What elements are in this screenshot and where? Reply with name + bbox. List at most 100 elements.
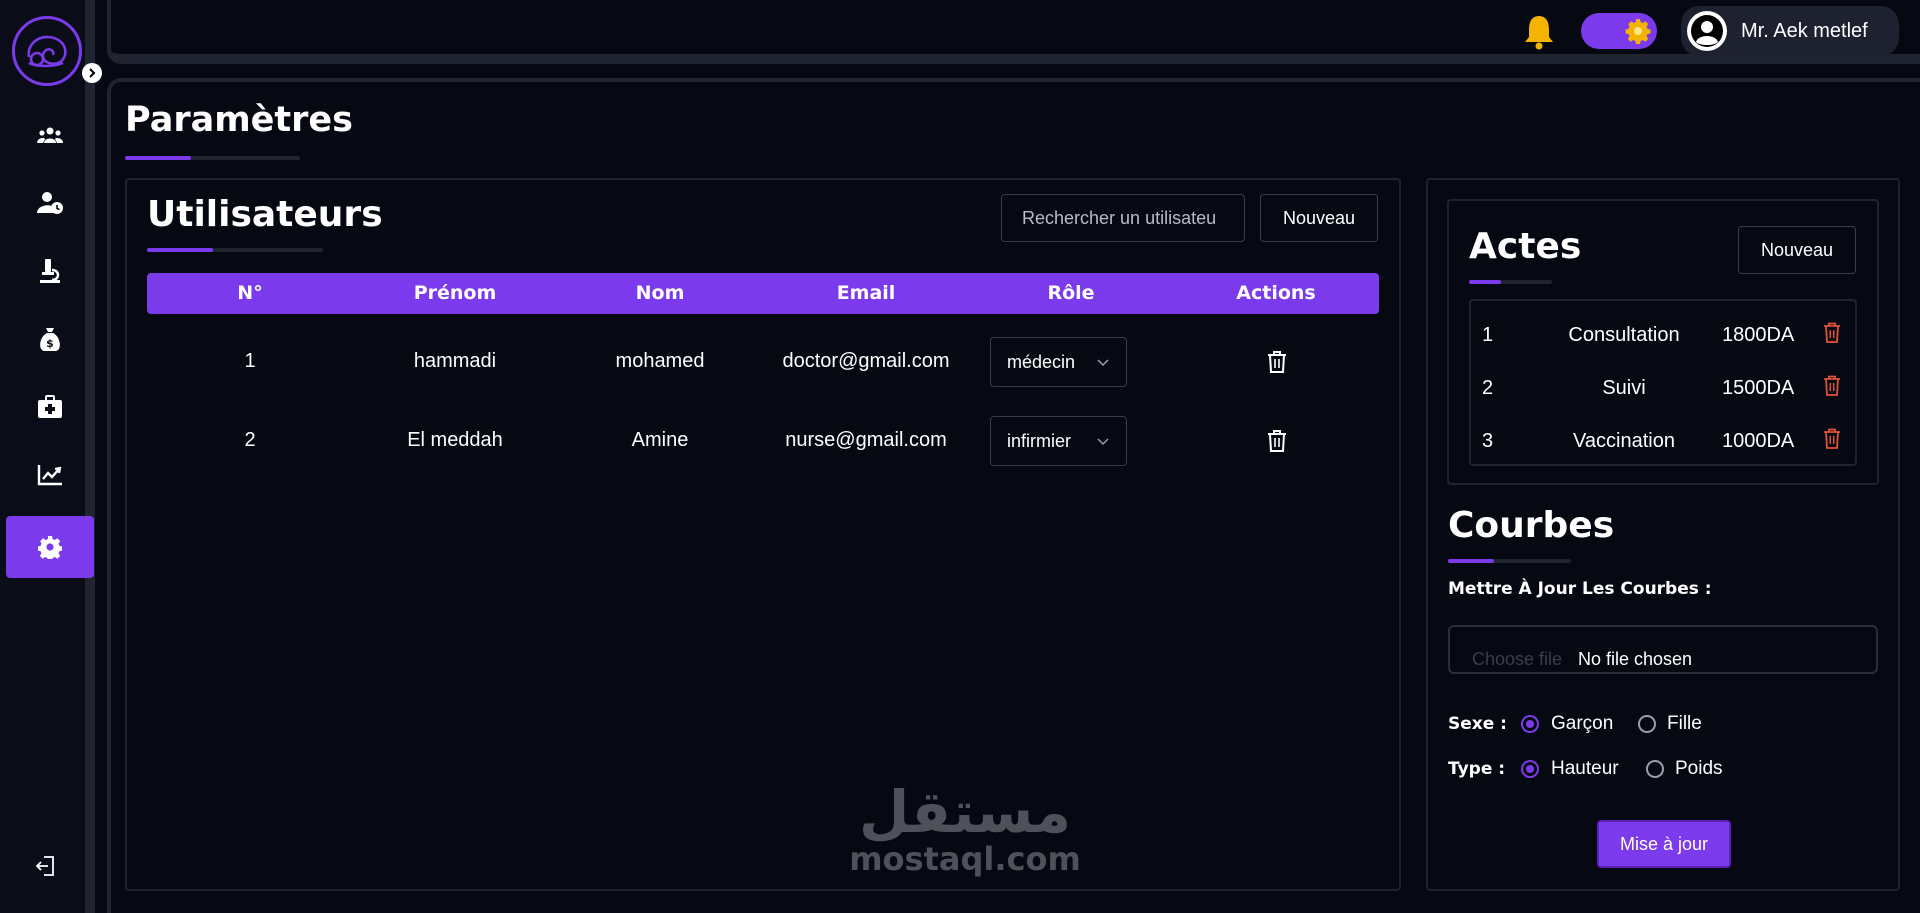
sidebar-item-medical[interactable] (6, 376, 94, 438)
courbes-title-underline (1448, 559, 1571, 563)
courbes-update-label: Mettre À Jour Les Courbes : (1448, 579, 1712, 599)
trash-icon (1824, 322, 1840, 343)
trash-icon (1824, 428, 1840, 449)
chevron-down-icon (1097, 438, 1109, 446)
role-value: médecin (1007, 351, 1076, 372)
sun-icon (1625, 18, 1651, 44)
user-search-input[interactable] (1001, 194, 1245, 242)
cell-email: nurse@gmail.com (785, 429, 947, 451)
sidebar-item-statistics[interactable] (6, 444, 94, 506)
delete-user-button[interactable] (1266, 350, 1288, 378)
microscope-icon (40, 259, 60, 283)
users-group-icon (37, 127, 63, 143)
radio-fille-label: Fille (1667, 713, 1702, 734)
acte-name: Suivi (1602, 377, 1646, 399)
watermark: مستقل mostaql.com (845, 782, 1085, 876)
user-clock-icon (37, 192, 63, 214)
new-user-button[interactable]: Nouveau (1260, 194, 1378, 242)
radio-poids-label: Poids (1675, 758, 1723, 779)
acte-name: Vaccination (1573, 430, 1675, 452)
notifications-button[interactable] (1522, 14, 1556, 54)
radio-fille[interactable] (1638, 715, 1656, 733)
sidebar: $ (0, 0, 95, 913)
column-header: Actions (1236, 282, 1316, 304)
sidebar-item-finance[interactable]: $ (6, 308, 94, 370)
list-item: 2 Suivi 1500DA (1470, 369, 1850, 409)
radio-garcon-label: Garçon (1551, 713, 1614, 734)
cell-number: 1 (244, 350, 256, 372)
trash-icon (1268, 351, 1286, 373)
delete-acte-button[interactable] (1822, 428, 1842, 456)
user-name: Mr. Aek metlef (1741, 19, 1868, 42)
user-avatar-icon (1687, 11, 1727, 51)
update-curves-button[interactable]: Mise à jour (1597, 820, 1731, 868)
trash-icon (1268, 430, 1286, 452)
radio-hauteur-label: Hauteur (1551, 758, 1619, 779)
logout-button[interactable] (30, 852, 60, 880)
cell-number: 2 (244, 429, 256, 451)
sidebar-item-patients[interactable] (6, 104, 94, 166)
page-title-underline (125, 156, 300, 160)
file-input[interactable]: Choose file No file chosen (1448, 625, 1878, 674)
column-header: Prénom (413, 282, 497, 304)
delete-user-button[interactable] (1266, 429, 1288, 457)
chevron-right-icon (89, 68, 96, 78)
page-title: Paramètres (125, 100, 353, 140)
actes-title-underline (1469, 280, 1552, 284)
column-header: Email (836, 282, 896, 304)
sidebar-item-lab[interactable] (6, 240, 94, 302)
logout-icon (35, 856, 54, 876)
sidebar-item-settings[interactable] (6, 516, 94, 578)
delete-acte-button[interactable] (1822, 322, 1842, 350)
radio-garcon[interactable] (1521, 715, 1539, 733)
radio-poids[interactable] (1646, 760, 1664, 778)
cell-prenom: hammadi (413, 350, 497, 372)
list-item: 3 Vaccination 1000DA (1470, 422, 1850, 462)
user-menu[interactable]: Mr. Aek metlef (1681, 6, 1899, 56)
cell-email: doctor@gmail.com (782, 350, 950, 372)
sidebar-toggle-button[interactable] (82, 63, 102, 83)
actes-title: Actes (1469, 226, 1582, 267)
cell-prenom: El meddah (407, 429, 503, 451)
courbes-title: Courbes (1448, 505, 1615, 546)
watermark-arabic: مستقل (858, 778, 1072, 846)
gear-icon (38, 536, 62, 559)
new-acte-button[interactable]: Nouveau (1738, 226, 1856, 274)
bell-icon (1525, 16, 1553, 50)
chart-line-icon (37, 465, 62, 486)
users-title: Utilisateurs (147, 194, 383, 235)
type-label: Type : (1448, 759, 1506, 779)
acte-price: 1500DA (1722, 377, 1795, 399)
theme-toggle[interactable] (1581, 13, 1657, 49)
acte-number: 2 (1482, 377, 1494, 399)
file-status: No file chosen (1578, 649, 1693, 669)
baby-logo-icon (27, 35, 67, 68)
money-bag-icon: $ (40, 328, 60, 351)
column-header: Nom (635, 282, 685, 304)
list-item: 1 Consultation 1800DA (1470, 316, 1850, 356)
cell-nom: Amine (631, 429, 689, 451)
chevron-down-icon (1097, 359, 1109, 367)
role-value: infirmier (1007, 430, 1072, 451)
sexe-label: Sexe : (1448, 714, 1507, 734)
role-select[interactable]: médecin (990, 337, 1127, 387)
cell-nom: mohamed (615, 350, 705, 372)
acte-price: 1800DA (1722, 324, 1795, 346)
role-select[interactable]: infirmier (990, 416, 1127, 466)
logo[interactable] (12, 16, 82, 86)
acte-name: Consultation (1568, 324, 1680, 346)
watermark-latin: mostaql.com (849, 840, 1081, 878)
users-title-underline (147, 248, 323, 252)
column-header: Rôle (1047, 282, 1095, 304)
trash-icon (1824, 375, 1840, 396)
medical-kit-icon (38, 395, 62, 418)
acte-price: 1000DA (1722, 430, 1795, 452)
users-table-header: N° Prénom Nom Email Rôle Actions (147, 273, 1379, 314)
choose-file-button[interactable]: Choose file (1472, 649, 1562, 670)
column-header: N° (237, 282, 263, 304)
delete-acte-button[interactable] (1822, 375, 1842, 403)
sidebar-item-appointments[interactable] (6, 172, 94, 234)
svg-text:$: $ (46, 337, 54, 350)
radio-hauteur[interactable] (1521, 760, 1539, 778)
acte-number: 3 (1482, 430, 1494, 452)
